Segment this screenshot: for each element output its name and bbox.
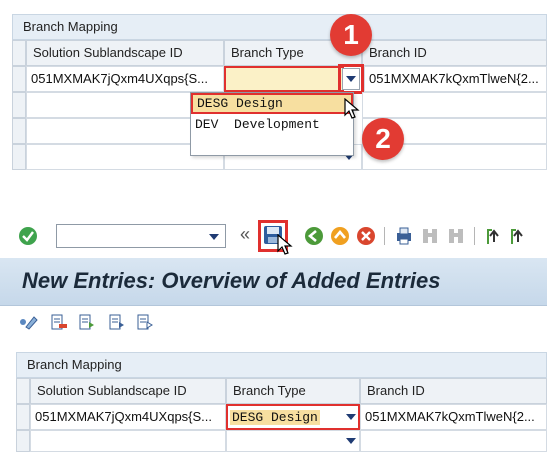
header-selector-bottom — [16, 378, 30, 404]
chevron-down-icon[interactable] — [346, 438, 356, 444]
first-page-icon[interactable] — [484, 226, 504, 246]
dropdown-option-development[interactable]: DEV Development — [191, 114, 353, 135]
chevron-down-icon[interactable] — [209, 234, 219, 240]
col-header-branch-id-bottom[interactable]: Branch ID — [360, 378, 547, 404]
cell-sublandscape-id-bottom[interactable]: 051MXMAK7jQxm4UXqps{S... — [30, 404, 226, 430]
col-header-branch-id-top[interactable]: Branch ID — [362, 40, 547, 66]
option-code: DEV — [195, 117, 219, 132]
select-block-icon[interactable] — [108, 313, 126, 331]
branch-type-input-top[interactable] — [224, 66, 344, 92]
option-code: DESG — [197, 96, 229, 111]
row-selector-top-4[interactable] — [12, 144, 26, 170]
col-header-sublandscape-bottom[interactable]: Solution Sublandscape ID — [30, 378, 226, 404]
mouse-cursor-icon — [277, 234, 293, 255]
exit-icon[interactable] — [330, 226, 350, 246]
select-all-icon[interactable] — [78, 313, 96, 331]
mouse-cursor-icon — [344, 98, 360, 119]
row-selector-bottom-1[interactable] — [16, 404, 30, 430]
chevron-down-icon[interactable] — [346, 414, 356, 420]
col-header-branch-type-bottom[interactable]: Branch Type — [226, 378, 360, 404]
branch-type-input-bottom[interactable]: DESG Design — [226, 404, 360, 430]
branch-type-value: DESG Design — [230, 410, 320, 425]
empty-cell[interactable] — [362, 92, 547, 118]
header-selector-top — [12, 40, 26, 66]
dropdown-option-design[interactable]: DESG Design — [191, 93, 353, 114]
command-field[interactable] — [56, 224, 226, 248]
empty-cell[interactable] — [226, 430, 360, 452]
delete-entry-icon[interactable] — [50, 313, 68, 331]
print-icon[interactable] — [394, 226, 414, 246]
branch-type-dropdown-button[interactable] — [342, 68, 360, 90]
nav-back-arrows[interactable]: « — [240, 224, 250, 245]
cell-branch-id-top[interactable]: 051MXMAK7kQxmTlweN{2... — [364, 66, 547, 92]
row-selector-bottom-2[interactable] — [16, 430, 30, 452]
row-selector-top-1[interactable] — [12, 66, 26, 92]
find-next-icon[interactable] — [446, 226, 466, 246]
col-header-sublandscape-top[interactable]: Solution Sublandscape ID — [26, 40, 224, 66]
toolbar-separator — [474, 227, 475, 245]
callout-badge-2: 2 — [362, 118, 404, 160]
callout-badge-1: 1 — [330, 14, 372, 56]
option-text: Development — [234, 117, 320, 132]
branch-type-dropdown-list: DESG Design DEV Development — [190, 92, 354, 156]
branch-mapping-title-top: Branch Mapping — [12, 14, 547, 40]
cancel-icon[interactable] — [356, 226, 376, 246]
enter-check-icon[interactable] — [18, 226, 38, 246]
branch-mapping-title-bottom: Branch Mapping — [16, 352, 547, 378]
empty-cell[interactable] — [30, 430, 226, 452]
previous-page-icon[interactable] — [508, 226, 528, 246]
page-title: New Entries: Overview of Added Entries — [22, 268, 441, 293]
back-icon[interactable] — [304, 226, 324, 246]
cell-sublandscape-id-top[interactable]: 051MXMAK7jQxm4UXqps{S... — [26, 66, 224, 92]
cell-branch-id-bottom[interactable]: 051MXMAK7kQxmTlweN{2... — [360, 404, 547, 430]
row-selector-top-3[interactable] — [12, 118, 26, 144]
chevron-down-icon — [346, 76, 356, 82]
deselect-all-icon[interactable] — [136, 313, 154, 331]
option-text: Design — [236, 96, 283, 111]
empty-cell[interactable] — [360, 430, 547, 452]
row-selector-top-2[interactable] — [12, 92, 26, 118]
toolbar-separator — [384, 227, 385, 245]
find-icon[interactable] — [420, 226, 440, 246]
display-change-icon[interactable] — [18, 313, 40, 331]
